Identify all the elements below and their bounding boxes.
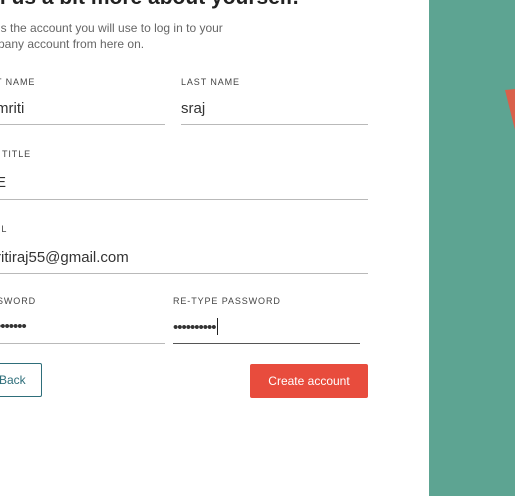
password-label: SWORD [0, 296, 36, 306]
last-name-label: LAST NAME [181, 77, 240, 87]
retype-password-label: RE-TYPE PASSWORD [173, 296, 281, 306]
password-input[interactable]: ••••••• [0, 318, 165, 344]
password-value: ••••••• [0, 318, 27, 335]
first-name-value: mriti [0, 100, 25, 117]
email-label: IL [0, 224, 8, 234]
job-title-label: TITLE [2, 149, 32, 159]
job-title-input[interactable]: E [0, 174, 368, 200]
last-name-input[interactable]: sraj [181, 100, 368, 125]
text-caret [216, 318, 218, 335]
retype-password-value: •••••••••• [173, 319, 217, 336]
create-account-button[interactable]: Create account [250, 364, 368, 398]
last-name-value: sraj [181, 100, 206, 117]
email-input[interactable]: ritiraj55@gmail.com [0, 249, 368, 274]
page-subtitle: is the account you will use to log in to… [0, 21, 223, 51]
first-name-label: T NAME [0, 77, 36, 87]
red-paper-plane-shape [505, 89, 515, 130]
side-illustration-panel [429, 0, 515, 496]
signup-page: ll us a bit more about yourself. is the … [0, 0, 515, 496]
first-name-input[interactable]: mriti [0, 100, 165, 125]
email-value: ritiraj55@gmail.com [0, 249, 129, 266]
retype-password-input[interactable]: •••••••••• [173, 318, 360, 344]
back-button[interactable]: Back [0, 363, 42, 397]
page-title: ll us a bit more about yourself. [0, 0, 299, 10]
job-title-value: E [0, 174, 7, 191]
